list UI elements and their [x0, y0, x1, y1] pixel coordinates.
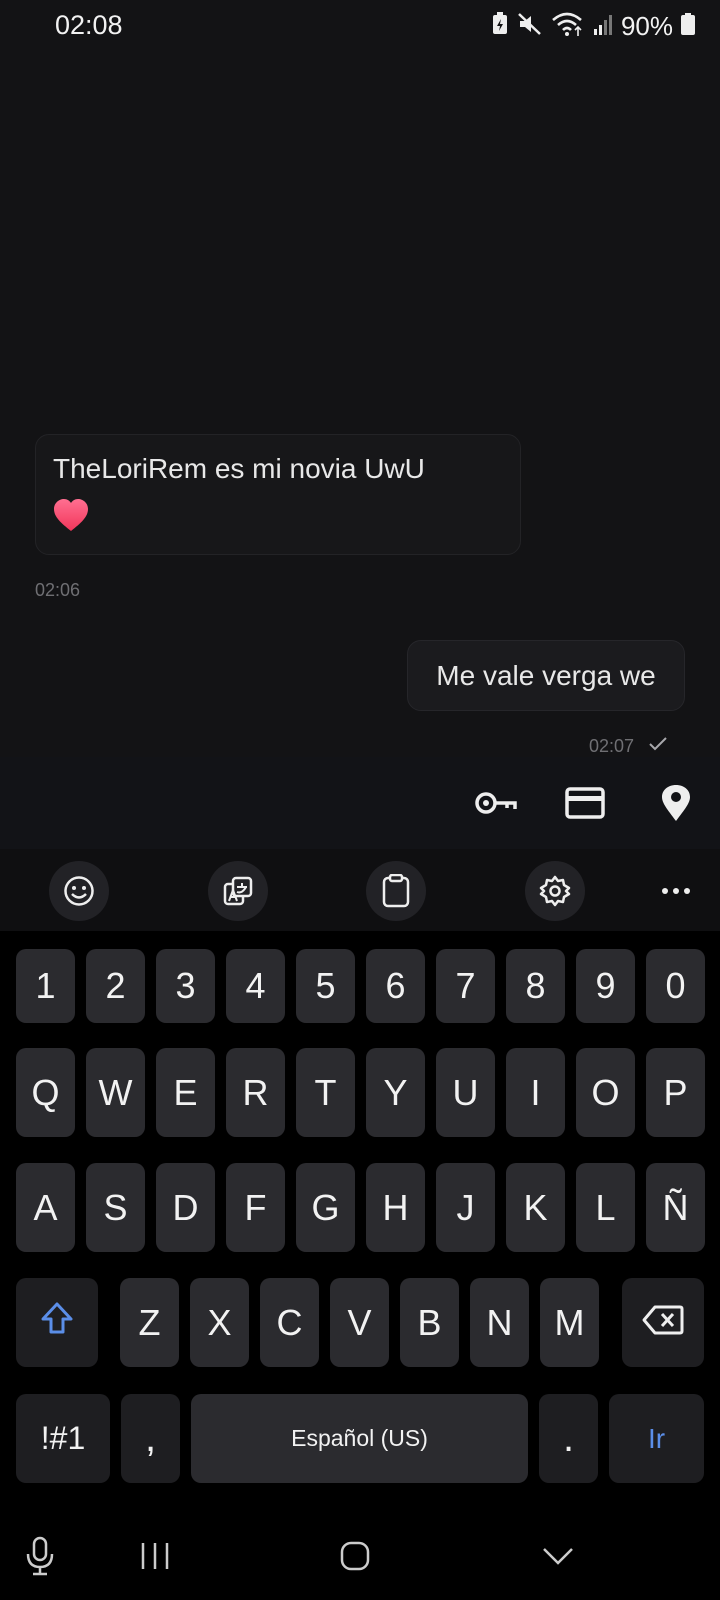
incoming-message-text: TheLoriRem es mi novia UwU [53, 453, 425, 484]
key-i[interactable]: I [506, 1048, 565, 1137]
keyboard: 1 2 3 4 5 6 7 8 9 0 Q W E R T Y U I O P … [0, 931, 720, 1506]
clipboard-icon[interactable] [366, 861, 426, 921]
emoji-icon[interactable] [49, 861, 109, 921]
key-t[interactable]: T [296, 1048, 355, 1137]
wifi-icon [551, 11, 585, 42]
heart-icon [53, 499, 89, 533]
key-u[interactable]: U [436, 1048, 495, 1137]
incoming-message-time: 02:06 [35, 580, 81, 600]
battery-saver-icon [491, 11, 509, 41]
shift-icon [40, 1301, 74, 1344]
key-b[interactable]: B [400, 1278, 459, 1367]
key-s[interactable]: S [86, 1163, 145, 1252]
backspace-icon [642, 1302, 684, 1344]
more-icon[interactable] [646, 861, 706, 921]
key-k[interactable]: K [506, 1163, 565, 1252]
back-icon[interactable] [538, 1534, 578, 1578]
translate-icon[interactable] [208, 861, 268, 921]
key-n[interactable]: N [470, 1278, 529, 1367]
comma-key[interactable]: , [121, 1394, 180, 1483]
recents-icon[interactable] [135, 1534, 175, 1578]
card-icon[interactable] [561, 779, 609, 827]
keyboard-toolbar [0, 849, 720, 931]
mic-icon[interactable] [20, 1534, 60, 1578]
enter-go-key[interactable]: Ir [609, 1394, 704, 1483]
backspace-key[interactable] [622, 1278, 704, 1367]
key-y[interactable]: Y [366, 1048, 425, 1137]
key-q[interactable]: Q [16, 1048, 75, 1137]
key-8[interactable]: 8 [506, 949, 565, 1023]
key-p[interactable]: P [646, 1048, 705, 1137]
mute-icon [517, 12, 543, 41]
key-r[interactable]: R [226, 1048, 285, 1137]
outgoing-message-bubble[interactable]: Me vale verga we [407, 640, 685, 711]
outgoing-message-text: Me vale verga we [436, 659, 656, 691]
key-4[interactable]: 4 [226, 949, 285, 1023]
signal-icon [593, 12, 613, 41]
key-z[interactable]: Z [120, 1278, 179, 1367]
key-1[interactable]: 1 [16, 949, 75, 1023]
key-e[interactable]: E [156, 1048, 215, 1137]
key-w[interactable]: W [86, 1048, 145, 1137]
navigation-bar [0, 1506, 720, 1600]
home-icon[interactable] [335, 1534, 375, 1578]
key-x[interactable]: X [190, 1278, 249, 1367]
key-7[interactable]: 7 [436, 949, 495, 1023]
key-j[interactable]: J [436, 1163, 495, 1252]
key-2[interactable]: 2 [86, 949, 145, 1023]
key-g[interactable]: G [296, 1163, 355, 1252]
battery-percent: 90% [620, 10, 673, 41]
key-v[interactable]: V [330, 1278, 389, 1367]
key-3[interactable]: 3 [156, 949, 215, 1023]
period-key[interactable]: . [539, 1394, 598, 1483]
symbols-key[interactable]: !#1 [16, 1394, 110, 1483]
check-icon [648, 736, 668, 757]
key-d[interactable]: D [156, 1163, 215, 1252]
outgoing-message-time: 02:07 [588, 736, 634, 756]
key-o[interactable]: O [576, 1048, 635, 1137]
key-c[interactable]: C [260, 1278, 319, 1367]
key-0[interactable]: 0 [646, 949, 705, 1023]
settings-icon[interactable] [525, 861, 585, 921]
incoming-message-bubble[interactable]: TheLoriRem es mi novia UwU [35, 434, 521, 555]
key-icon[interactable] [472, 779, 520, 827]
space-key[interactable]: Español (US) [191, 1394, 528, 1483]
autofill-bar [0, 757, 720, 849]
outgoing-message-meta: 02:07 [589, 736, 668, 757]
key-6[interactable]: 6 [366, 949, 425, 1023]
shift-key[interactable] [16, 1278, 98, 1367]
status-bar: 02:08 90% [0, 0, 720, 52]
status-time: 02:08 [55, 10, 123, 40]
key-a[interactable]: A [16, 1163, 75, 1252]
key-m[interactable]: M [540, 1278, 599, 1367]
key-9[interactable]: 9 [576, 949, 635, 1023]
key-f[interactable]: F [226, 1163, 285, 1252]
battery-icon [681, 12, 695, 40]
key-5[interactable]: 5 [296, 949, 355, 1023]
key-h[interactable]: H [366, 1163, 425, 1252]
status-icons: 90% [491, 10, 695, 42]
key-n-tilde[interactable]: Ñ [646, 1163, 705, 1252]
key-l[interactable]: L [576, 1163, 635, 1252]
location-icon[interactable] [652, 779, 700, 827]
